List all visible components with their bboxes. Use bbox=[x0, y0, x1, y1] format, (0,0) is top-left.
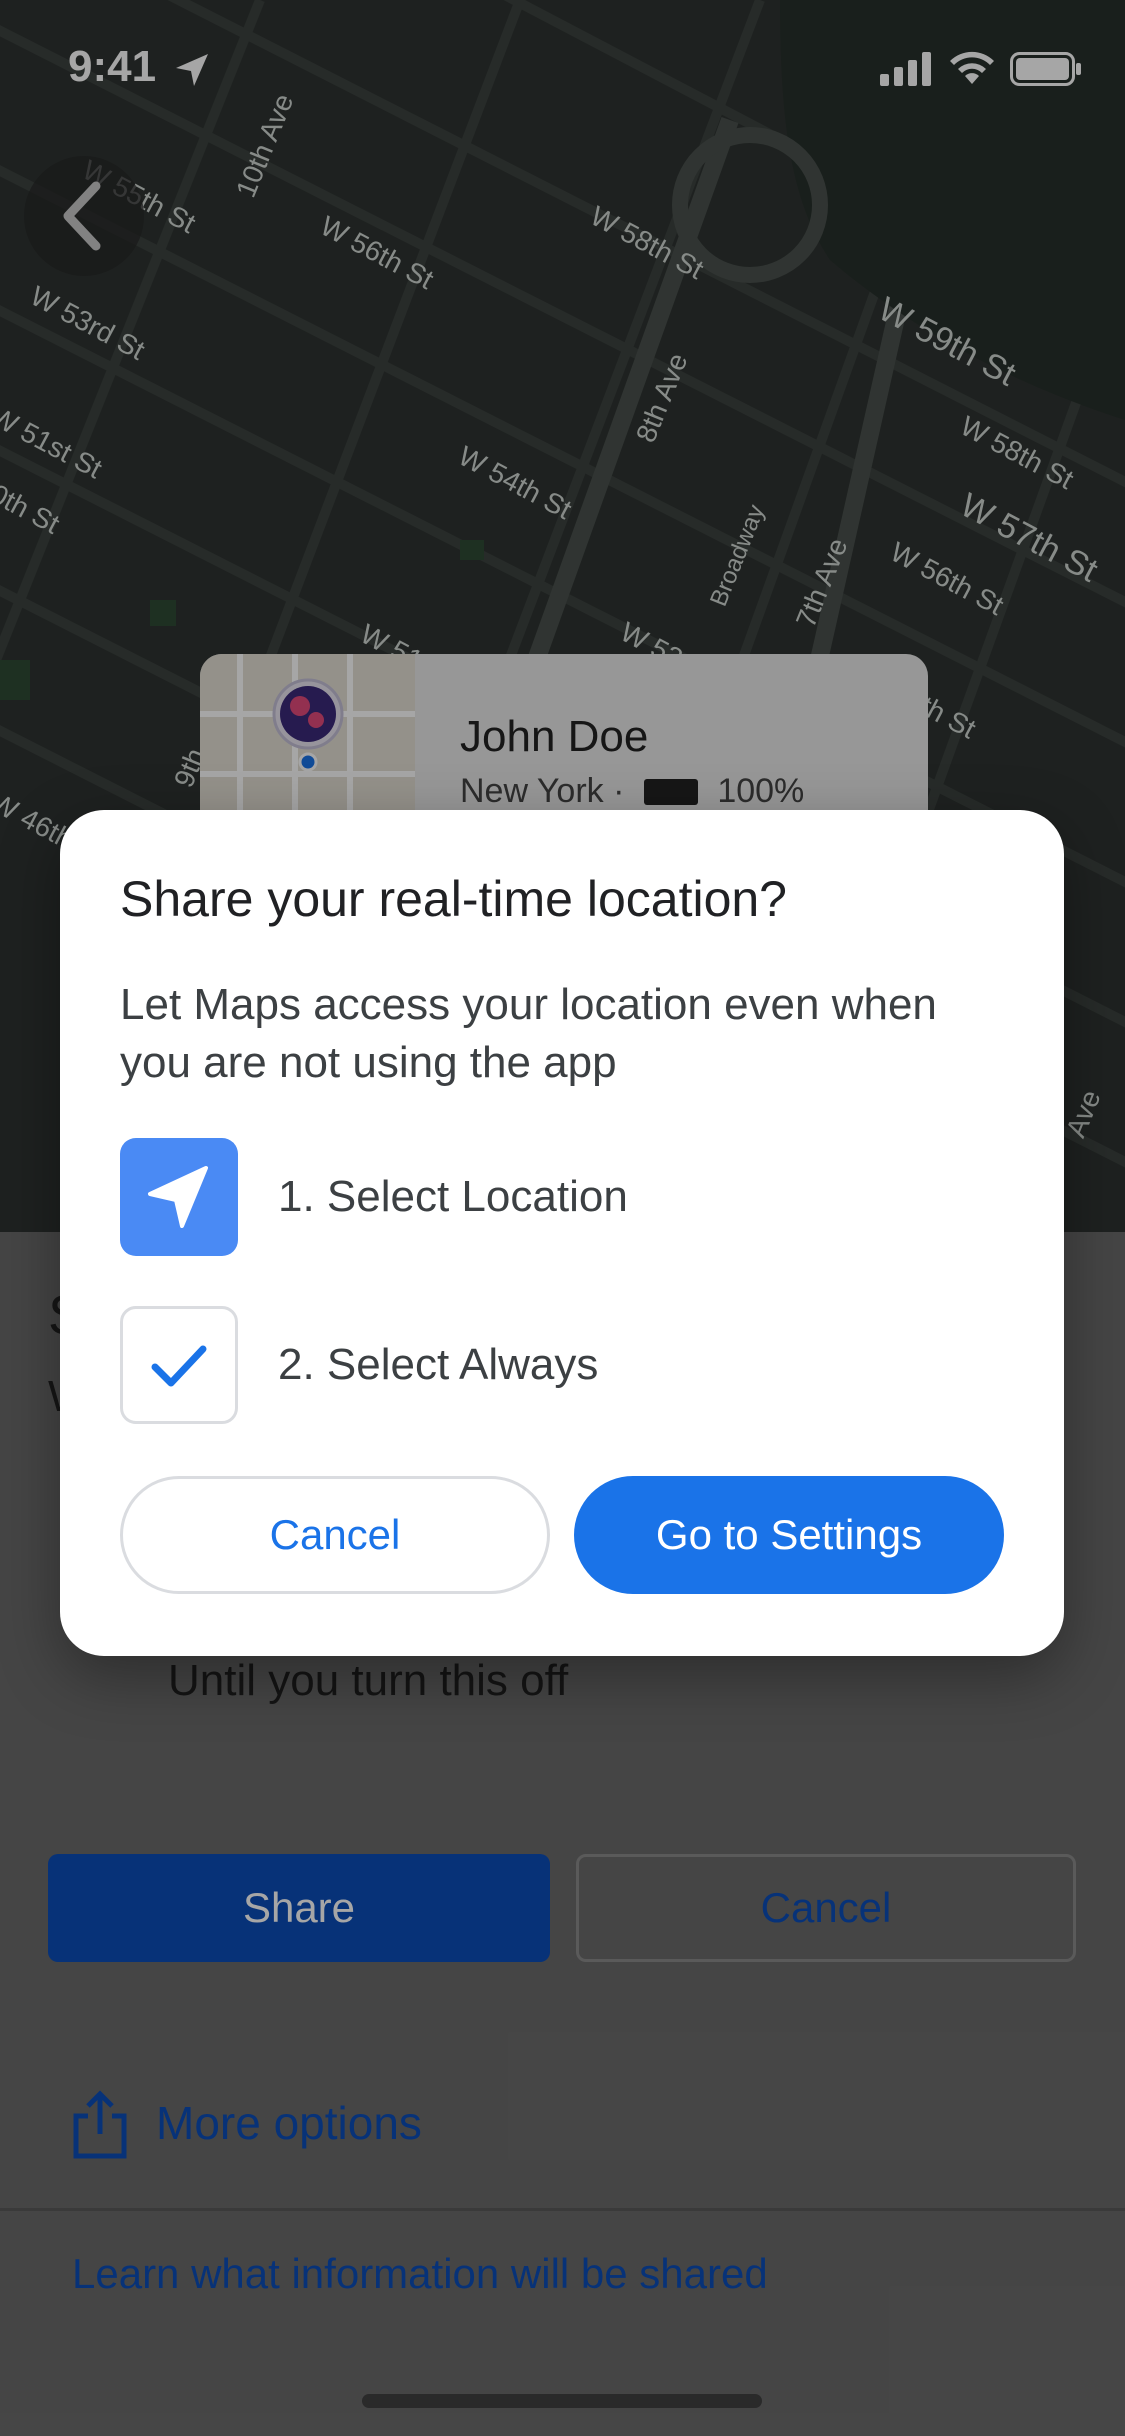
dialog-message: Let Maps access your location even when … bbox=[120, 980, 937, 1087]
step-select-always: 2. Select Always bbox=[120, 1306, 1000, 1426]
location-permission-dialog: Share your real-time location? Let Maps … bbox=[60, 810, 1064, 1656]
dialog-title: Share your real-time location? bbox=[120, 871, 787, 927]
location-arrow-icon bbox=[120, 1138, 238, 1256]
checkmark-icon bbox=[120, 1306, 238, 1424]
dialog-cancel-button[interactable]: Cancel bbox=[120, 1476, 550, 1594]
step-label: 1. Select Location bbox=[278, 1172, 628, 1221]
home-indicator[interactable] bbox=[362, 2394, 762, 2408]
step-select-location: 1. Select Location bbox=[120, 1138, 1000, 1258]
go-to-settings-button[interactable]: Go to Settings bbox=[574, 1476, 1004, 1594]
step-label: 2. Select Always bbox=[278, 1340, 599, 1389]
